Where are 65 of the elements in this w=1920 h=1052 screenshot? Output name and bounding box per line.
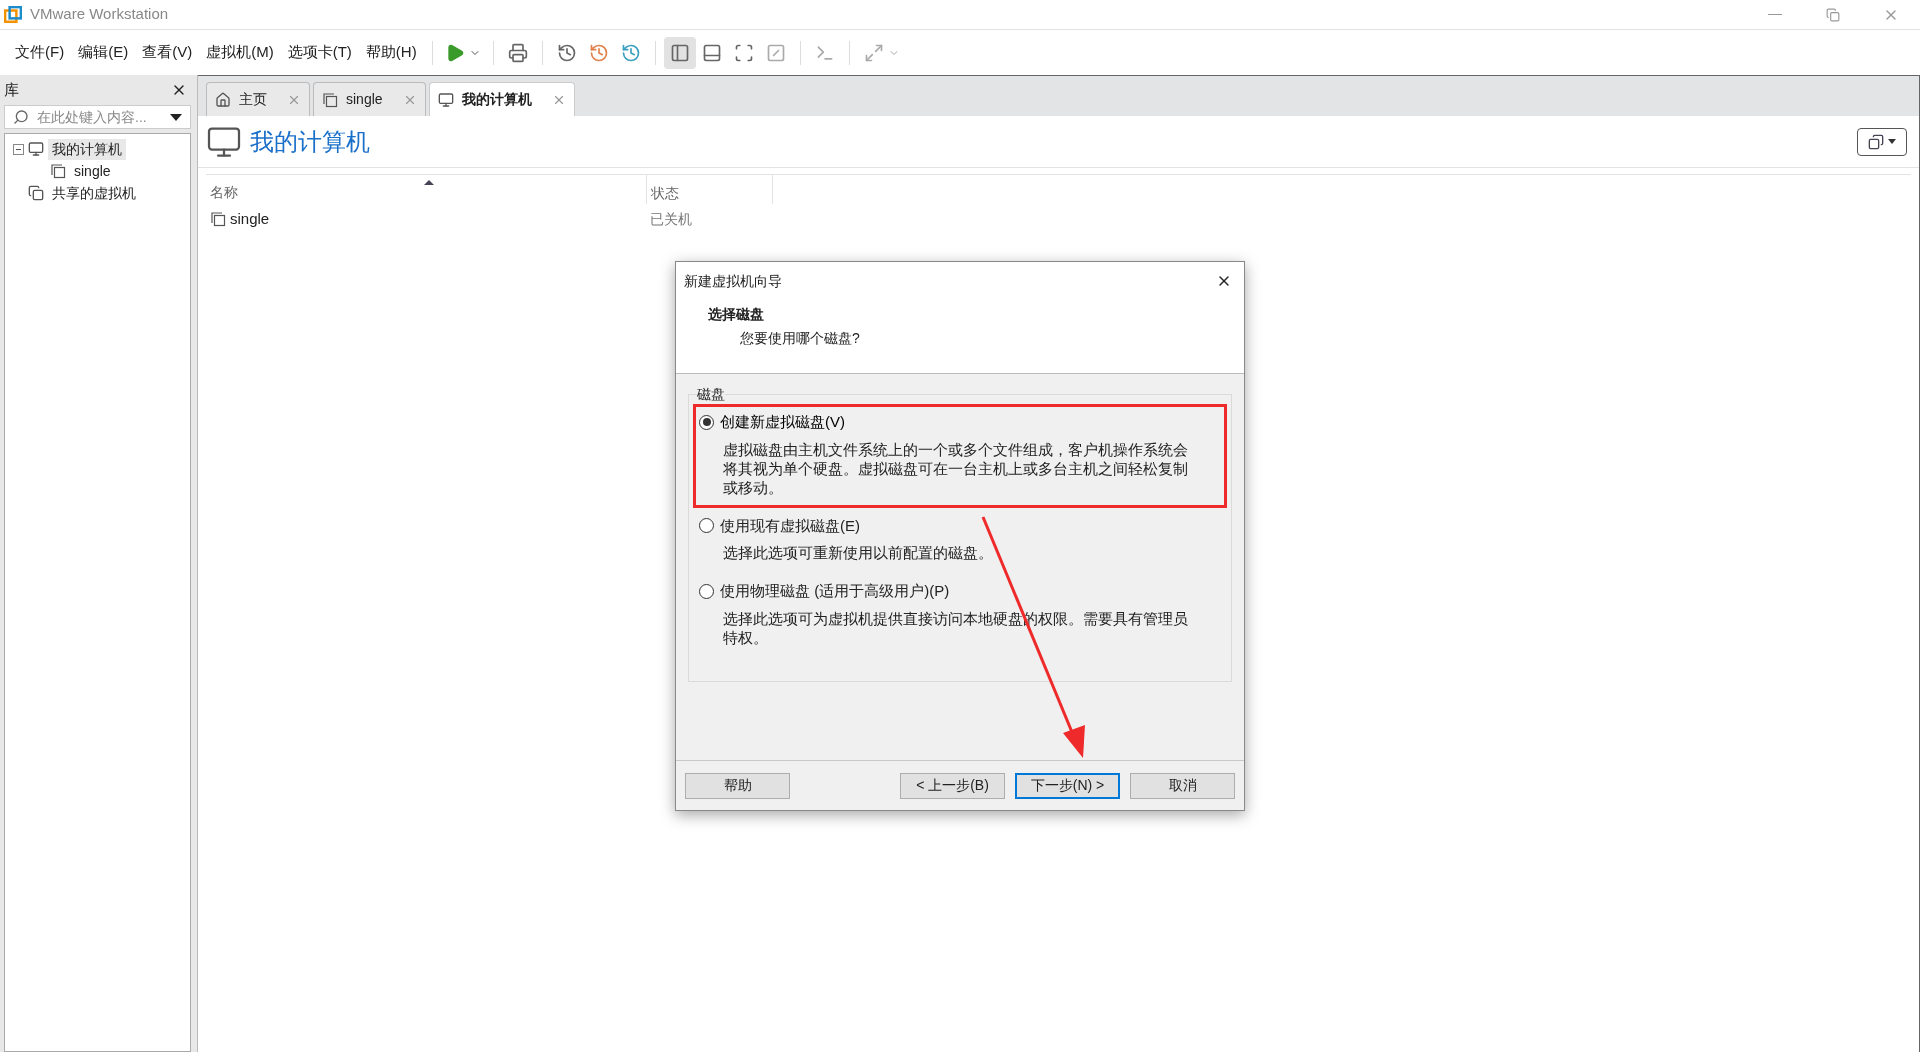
radio-button[interactable] — [699, 414, 714, 430]
app-logo-icon — [4, 5, 22, 24]
dialog-button[interactable]: < 上一步(B) — [900, 772, 1005, 799]
slashed-square-icon — [765, 42, 786, 63]
menu-item[interactable]: 编辑(E) — [71, 36, 136, 69]
table-cell-text: single — [230, 208, 270, 229]
restore-icon — [1826, 7, 1840, 22]
minimize-icon — [1768, 14, 1782, 15]
menu-item[interactable]: 选项卡(T) — [280, 36, 359, 69]
group-label: 磁盘 — [697, 385, 725, 403]
window-title: VMware Workstation — [30, 4, 169, 25]
printer-icon — [507, 42, 528, 63]
caret-icon — [1888, 139, 1896, 144]
table-cell-text: 已关机 — [649, 209, 693, 229]
monitor-icon — [28, 141, 44, 157]
monitor-icon — [437, 91, 454, 108]
collapse-toggle[interactable] — [13, 143, 24, 155]
dropdown-arrow-icon — [170, 113, 182, 121]
column-header[interactable]: 状态 — [647, 183, 683, 204]
sort-arrow-icon — [424, 180, 434, 185]
home-icon — [215, 91, 231, 108]
menu-item[interactable]: 帮助(H) — [358, 36, 424, 69]
windows-icon — [1868, 133, 1884, 150]
vm-icon — [322, 91, 338, 108]
option-label[interactable]: 使用现有虚拟磁盘(E) — [719, 514, 861, 537]
library-toggle-button[interactable] — [663, 36, 696, 69]
clock-icon — [620, 42, 641, 63]
option-description: 虚拟磁盘由主机文件系统上的一个或多个文件组成，客户机操作系统会将其视为单个硬盘。虚拟磁盘可在一台主机上或多台主机之间轻松复制或移动。 — [723, 439, 1189, 497]
option-label[interactable]: 使用物理磁盘 (适用于高级用户)(P) — [719, 580, 951, 603]
radio-button[interactable] — [699, 518, 714, 534]
tree-item[interactable]: 我的计算机 — [48, 138, 126, 160]
column-header[interactable]: 名称 — [206, 184, 242, 200]
dialog-button[interactable]: 下一步(N) > — [1015, 772, 1120, 799]
search-icon — [13, 109, 29, 125]
option-description: 选择此选项可重新使用以前配置的磁盘。 — [723, 543, 994, 562]
dialog-button[interactable]: 帮助 — [685, 772, 790, 799]
menu-item[interactable]: 虚拟机(M) — [199, 36, 281, 69]
step-subheading: 您要使用哪个磁盘? — [739, 329, 861, 348]
clock-icon — [556, 42, 577, 63]
tab[interactable]: 主页 — [206, 82, 310, 116]
tree-item[interactable]: single — [70, 160, 115, 182]
step-heading: 选择磁盘 — [708, 305, 765, 324]
radio-button[interactable] — [699, 583, 714, 599]
tab-label: single — [346, 90, 384, 109]
vm-icon — [50, 163, 66, 179]
option-label[interactable]: 创建新虚拟磁盘(V) — [719, 411, 846, 434]
bottom-panel-icon — [701, 42, 722, 63]
expand-icon — [863, 42, 884, 63]
tab[interactable]: single — [313, 82, 426, 116]
tree-item[interactable]: 共享的虚拟机 — [48, 182, 140, 204]
fullscreen-icon — [733, 42, 754, 63]
view-mode-button[interactable] — [1857, 127, 1907, 156]
tab-label: 主页 — [239, 90, 268, 109]
clock-icon — [588, 42, 609, 63]
tab-label: 我的计算机 — [461, 90, 533, 109]
dialog-title: 新建虚拟机向导 — [684, 271, 782, 291]
page-title: 我的计算机 — [250, 126, 370, 157]
tab[interactable]: 我的计算机 — [428, 82, 575, 116]
library-title: 库 — [4, 79, 19, 100]
vm-icon — [210, 211, 226, 227]
dialog-button[interactable]: 取消 — [1130, 772, 1235, 799]
left-panel-icon — [669, 42, 690, 63]
menu-item[interactable]: 文件(F) — [8, 36, 72, 69]
menu-item[interactable]: 查看(V) — [135, 36, 200, 69]
search-field[interactable]: 在此处键入内容... — [4, 105, 191, 129]
